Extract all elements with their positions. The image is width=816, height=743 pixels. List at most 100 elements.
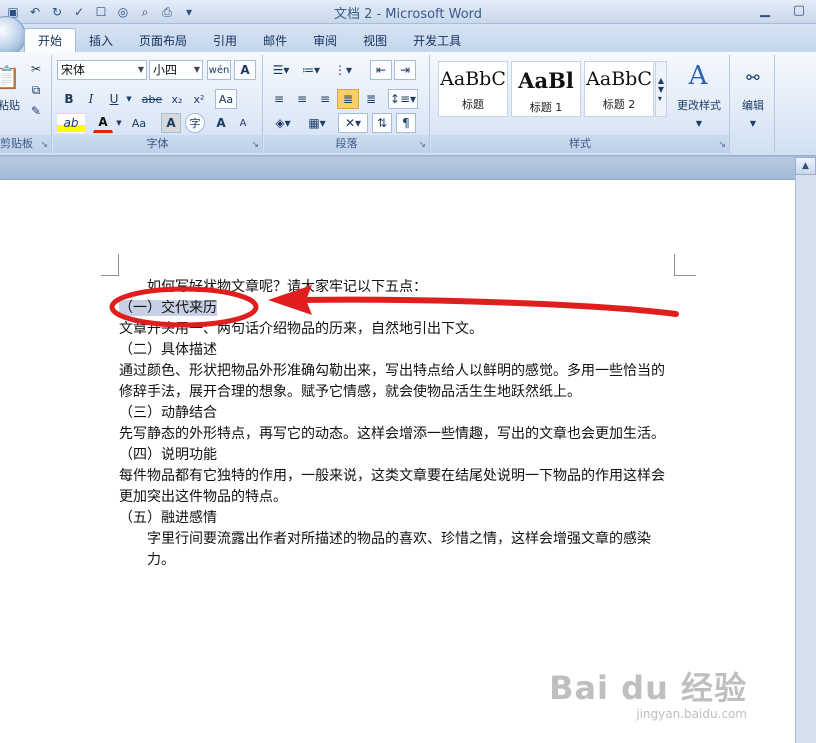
shading-icon[interactable]: ◈▾ — [268, 113, 298, 133]
font-size-combo[interactable]: 小四 ▼ — [149, 60, 203, 80]
change-styles-icon[interactable]: A — [671, 61, 725, 91]
align-left-icon[interactable]: ≡ — [268, 89, 290, 109]
maximize-icon[interactable]: ▢ — [782, 0, 816, 20]
styles-scroll-icon[interactable]: ▲ ▼ ▾ — [655, 61, 667, 117]
style-name: 标题 1 — [529, 101, 563, 114]
paragraph-group: ☰▾ ≔▾ ⋮▾ ⇤ ⇥ ≡ ≡ ≡ ≣ ≣ ↕≡▾ ◈▾ ▦▾ ✕▾ ⇅ ¶ … — [264, 55, 430, 153]
ribbon: 📋 粘贴 ✂ ⧉ ✎ 剪贴板 ↘ 宋体 ▼ 小四 ▼ wén A B I U ▼ a… — [0, 52, 816, 156]
clipboard-group: 📋 粘贴 ✂ ⧉ ✎ 剪贴板 ↘ — [0, 55, 52, 153]
sort-icon[interactable]: ⇅ — [372, 113, 392, 133]
show-marks-icon[interactable]: ¶ — [396, 113, 416, 133]
selected-heading[interactable]: （一）交代来历 — [119, 300, 217, 316]
chevron-down-icon[interactable]: ▼ — [743, 113, 763, 133]
styles-launcher-icon[interactable]: ↘ — [718, 140, 726, 150]
clear-formatting-icon[interactable]: Aa — [215, 89, 237, 109]
tab-view[interactable]: 视图 — [350, 28, 400, 52]
vertical-scrollbar[interactable] — [795, 157, 816, 743]
align-right-icon[interactable]: ≡ — [314, 89, 336, 109]
change-case-button[interactable]: Aa — [127, 113, 151, 133]
justify-icon[interactable]: ≣ — [337, 89, 359, 109]
chevron-down-icon[interactable]: ▼ — [125, 89, 133, 109]
font-group: 宋体 ▼ 小四 ▼ wén A B I U ▼ abe x₂ x² Aa ab A … — [53, 55, 263, 153]
strikethrough-button[interactable]: abe — [139, 89, 165, 109]
change-styles-button[interactable]: 更改样式 — [671, 95, 727, 115]
doc-line: 通过颜色、形状把物品外形准确勾勒出来，写出特点给人以鲜明的感觉。多用一些恰当的修… — [119, 363, 665, 400]
style-heading-1[interactable]: AaBl 标题 1 — [511, 61, 581, 117]
bullets-icon[interactable]: ☰▾ — [268, 60, 294, 80]
style-name: 标题 2 — [602, 98, 636, 111]
doc-line: 每件物品都有它独特的作用，一般来说，这类文章要在结尾处说明一下物品的作用这样会更… — [119, 468, 665, 505]
window-controls: ▁ ▢ — [748, 0, 816, 20]
watermark-brand: Bai du 经验 — [549, 669, 747, 707]
doc-line: （四）说明功能 — [119, 447, 217, 463]
align-center-icon[interactable]: ≡ — [291, 89, 313, 109]
enclose-char-icon[interactable]: 字 — [185, 113, 205, 133]
style-name: 标题 — [462, 98, 484, 111]
highlight-icon[interactable]: ab — [57, 113, 85, 133]
font-launcher-icon[interactable]: ↘ — [251, 140, 259, 150]
tab-developer[interactable]: 开发工具 — [400, 28, 474, 52]
font-name-combo[interactable]: 宋体 ▼ — [57, 60, 147, 80]
document-body[interactable]: 如何写好状物文章呢？请大家牢记以下五点： （一）交代来历 文章开头用一、两句话介… — [119, 277, 675, 571]
chevron-down-icon[interactable]: ▼ — [115, 113, 123, 133]
paste-icon[interactable]: 📋 — [0, 61, 21, 95]
styles-group-label: 样式 — [431, 135, 729, 153]
styles-group: AaBbC 标题 AaBl 标题 1 AaBbC 标题 2 ▲ ▼ ▾ A 更改样式… — [431, 55, 730, 153]
style-sample: AaBbC — [440, 68, 506, 90]
shrink-font-button[interactable]: A — [233, 113, 253, 133]
increase-indent-icon[interactable]: ⇥ — [394, 60, 416, 80]
char-shading-button[interactable]: A — [161, 113, 181, 133]
doc-line-selected: （一）交代来历 — [119, 298, 675, 319]
font-group-label: 字体 — [53, 135, 262, 153]
binoculars-icon[interactable]: ⚯ — [739, 63, 767, 91]
ribbon-tab-row: 开始 插入 页面布局 引用 邮件 审阅 视图 开发工具 — [0, 16, 816, 56]
document-page[interactable]: 如何写好状物文章呢？请大家牢记以下五点： （一）交代来历 文章开头用一、两句话介… — [0, 180, 795, 743]
tab-page-layout[interactable]: 页面布局 — [126, 28, 200, 52]
style-heading-2[interactable]: AaBbC 标题 2 — [584, 61, 654, 117]
style-sample: AaBbC — [586, 68, 652, 90]
paste-button[interactable]: 粘贴 — [0, 95, 22, 115]
editing-button[interactable]: 编辑 — [733, 95, 773, 115]
doc-line: 字里行间要流露出作者对所描述的物品的喜欢、珍惜之情，这样会增强文章的感染力。 — [147, 531, 651, 568]
window-title: 文档 2 - Microsoft Word — [333, 7, 483, 22]
font-color-button[interactable]: A — [93, 113, 113, 133]
italic-button[interactable]: I — [81, 89, 101, 109]
grow-font-button[interactable]: A — [211, 113, 231, 133]
paragraph-launcher-icon[interactable]: ↘ — [418, 140, 426, 150]
font-name-value: 宋体 — [61, 63, 86, 77]
distributed-icon[interactable]: ≣ — [360, 89, 382, 109]
borders-icon[interactable]: ▦▾ — [302, 113, 332, 133]
tab-review[interactable]: 审阅 — [300, 28, 350, 52]
tab-home[interactable]: 开始 — [24, 28, 77, 52]
doc-line: 如何写好状物文章呢？请大家牢记以下五点： — [147, 279, 427, 295]
tab-insert[interactable]: 插入 — [76, 28, 126, 52]
chevron-down-icon: ▼ — [137, 65, 144, 74]
scroll-up-icon[interactable]: ▲ — [795, 157, 816, 175]
multilevel-list-icon[interactable]: ⋮▾ — [330, 60, 356, 80]
cut-icon[interactable]: ✂ — [26, 59, 46, 79]
ribbon-tabs: 开始 插入 页面布局 引用 邮件 审阅 视图 开发工具 — [24, 28, 474, 52]
margin-corner-top-left — [101, 254, 119, 276]
minimize-icon[interactable]: ▁ — [748, 0, 782, 20]
chevron-down-icon[interactable]: ▼ — [689, 113, 709, 133]
char-border-icon[interactable]: A — [234, 60, 256, 80]
copy-icon[interactable]: ⧉ — [26, 80, 46, 100]
decrease-indent-icon[interactable]: ⇤ — [370, 60, 392, 80]
tab-references[interactable]: 引用 — [200, 28, 250, 52]
phonetic-guide-icon[interactable]: wén — [207, 60, 231, 80]
line-spacing-icon[interactable]: ↕≡▾ — [388, 89, 418, 109]
format-painter-icon[interactable]: ✎ — [26, 101, 46, 121]
superscript-button[interactable]: x² — [189, 89, 209, 109]
style-heading[interactable]: AaBbC 标题 — [438, 61, 508, 117]
watermark: Bai du 经验 jingyan.baidu.com — [549, 663, 747, 721]
subscript-button[interactable]: x₂ — [167, 89, 187, 109]
tab-mailings[interactable]: 邮件 — [250, 28, 300, 52]
doc-line: （五）融进感情 — [119, 510, 217, 526]
chinese-layout-icon[interactable]: ✕▾ — [338, 113, 368, 133]
bold-button[interactable]: B — [59, 89, 79, 109]
underline-button[interactable]: U — [104, 89, 124, 109]
numbering-icon[interactable]: ≔▾ — [298, 60, 324, 80]
chevron-down-icon: ▼ — [193, 65, 200, 74]
margin-corner-top-right — [674, 254, 696, 276]
clipboard-launcher-icon[interactable]: ↘ — [40, 140, 48, 150]
